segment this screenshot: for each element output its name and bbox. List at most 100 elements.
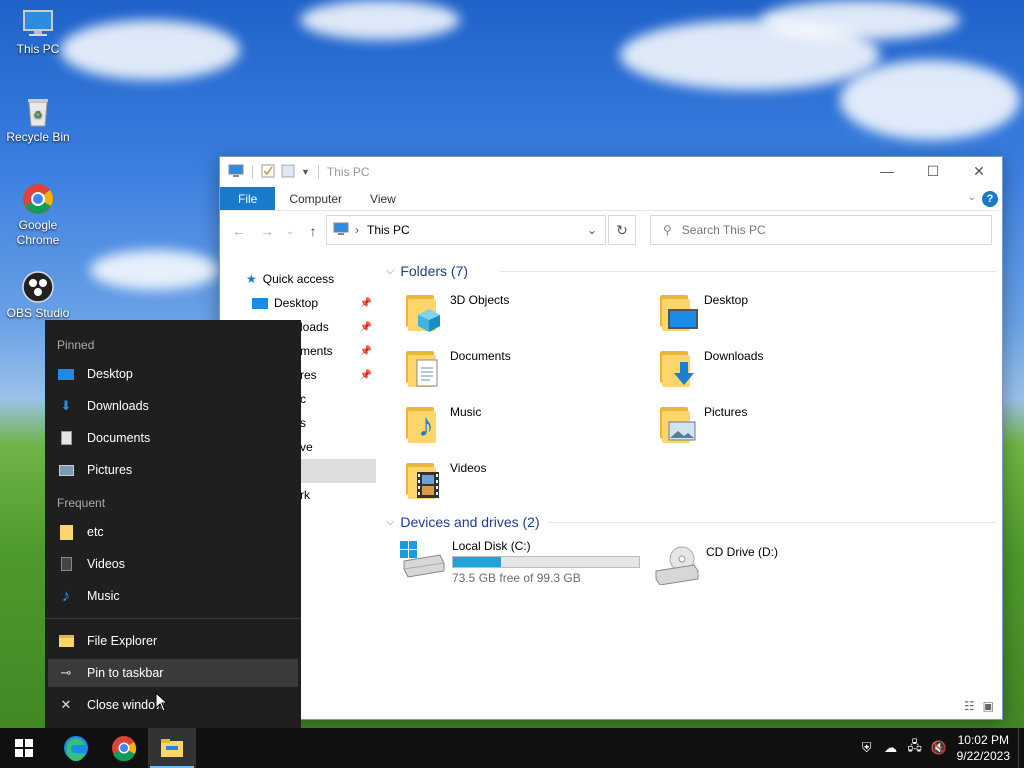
search-icon: ⚲ bbox=[663, 223, 672, 237]
videos-folder-icon bbox=[404, 459, 444, 501]
folder-item-music[interactable]: ♪ Music bbox=[404, 403, 644, 453]
downloads-icon: ⬇ bbox=[60, 398, 72, 413]
start-button[interactable] bbox=[0, 728, 48, 768]
tab-view[interactable]: View bbox=[356, 187, 410, 210]
obs-studio-icon bbox=[21, 270, 55, 304]
this-pc-small-icon bbox=[228, 164, 244, 181]
jump-list-item-label: Pictures bbox=[87, 463, 133, 477]
divider bbox=[548, 522, 996, 523]
breadcrumb-separator-icon[interactable]: › bbox=[355, 223, 359, 237]
taskbar-edge-button[interactable] bbox=[52, 728, 100, 768]
clock-time: 10:02 PM bbox=[957, 733, 1009, 747]
pin-icon: 📌 bbox=[359, 345, 372, 357]
jump-list-item-pictures[interactable]: Pictures bbox=[48, 456, 298, 484]
chrome-icon bbox=[21, 182, 55, 216]
properties-icon[interactable] bbox=[261, 164, 275, 181]
drive-label: Local Disk (C:) bbox=[452, 539, 531, 553]
jump-list-item-music[interactable]: ♪ Music bbox=[48, 582, 298, 610]
drive-item-local-disk-c[interactable]: Local Disk (C:) 73.5 GB free of 99.3 GB bbox=[400, 539, 640, 585]
jump-list-item-videos[interactable]: Videos bbox=[48, 550, 298, 578]
desktop-icon-this-pc[interactable]: This PC bbox=[0, 6, 76, 57]
folder-label: Desktop bbox=[704, 293, 749, 307]
taskbar-chrome-button[interactable] bbox=[100, 728, 148, 768]
jump-list-item-etc[interactable]: etc bbox=[48, 518, 298, 546]
pin-icon: 📌 bbox=[359, 369, 372, 381]
folder-item-documents[interactable]: Documents bbox=[404, 347, 644, 397]
group-header-devices-and-drives[interactable]: ⌵ Devices and drives (2) bbox=[386, 510, 540, 534]
refresh-button[interactable]: ↻ bbox=[608, 215, 636, 245]
videos-icon bbox=[58, 556, 74, 572]
defender-warning-icon[interactable]: ⛨ bbox=[855, 728, 879, 768]
folder-item-desktop[interactable]: Desktop bbox=[658, 291, 898, 341]
taskbar-file-explorer-button[interactable] bbox=[148, 728, 196, 768]
volume-muted-icon[interactable]: 🔇 bbox=[927, 728, 951, 768]
jump-list-close-window[interactable]: ✕ Close window bbox=[48, 691, 298, 719]
folder-label: Documents bbox=[450, 349, 511, 363]
show-desktop-button[interactable] bbox=[1018, 728, 1024, 768]
group-header-label: Devices and drives (2) bbox=[400, 514, 540, 530]
nav-quick-access[interactable]: ★ Quick access bbox=[220, 267, 376, 291]
new-folder-icon[interactable] bbox=[281, 164, 295, 181]
minimize-button[interactable]: — bbox=[864, 157, 910, 185]
address-bar[interactable]: › This PC ⌄ bbox=[326, 215, 606, 245]
documents-icon bbox=[58, 430, 74, 446]
quick-access-toolbar: ▼ This PC bbox=[228, 164, 370, 181]
file-explorer-window: ▼ This PC — ☐ ✕ File Computer View ⌄ ? ←… bbox=[219, 156, 1003, 720]
content-area: ⌵ Folders (7) 3D Objects Desktop Documen… bbox=[380, 257, 1002, 719]
help-icon[interactable]: ? bbox=[982, 191, 998, 207]
folder-item-3d-objects[interactable]: 3D Objects bbox=[404, 291, 644, 341]
details-view-icon[interactable]: ☷ bbox=[964, 699, 975, 713]
desktop-icon-google-chrome[interactable]: Google Chrome bbox=[0, 182, 76, 248]
chevron-down-icon[interactable]: ▼ bbox=[301, 167, 310, 177]
desktop-icon-label: Recycle Bin bbox=[6, 130, 70, 144]
system-tray: ⛨ ☁ 🖧 🔇 10:02 PM 9/22/2023 bbox=[855, 728, 1024, 768]
large-icons-view-icon[interactable]: ▣ bbox=[983, 699, 994, 713]
jump-list-item-desktop[interactable]: Desktop bbox=[48, 360, 298, 388]
jump-list-pin-to-taskbar[interactable]: ⊸ Pin to taskbar bbox=[48, 659, 298, 687]
expand-ribbon-icon[interactable]: ⌄ bbox=[968, 192, 976, 203]
music-icon: ♪ bbox=[61, 586, 71, 605]
nav-item-label: Desktop bbox=[274, 296, 319, 310]
folder-item-downloads[interactable]: Downloads bbox=[658, 347, 898, 397]
title-bar[interactable]: ▼ This PC — ☐ ✕ bbox=[220, 157, 1002, 187]
nav-item-desktop[interactable]: Desktop 📌 bbox=[220, 291, 376, 315]
desktop-icon-label: This PC bbox=[16, 42, 60, 56]
recent-locations-chevron-icon[interactable]: ⌄ bbox=[284, 226, 296, 237]
svg-text:♻: ♻ bbox=[34, 110, 43, 121]
network-icon[interactable]: 🖧 bbox=[903, 728, 927, 768]
back-button[interactable]: ← bbox=[228, 223, 250, 239]
jump-list-item-downloads[interactable]: ⬇ Downloads bbox=[48, 392, 298, 420]
folder-item-videos[interactable]: Videos bbox=[404, 459, 644, 509]
chevron-down-icon[interactable]: ⌵ bbox=[386, 516, 394, 529]
group-header-folders[interactable]: ⌵ Folders (7) bbox=[386, 259, 468, 283]
search-input[interactable]: ⚲ Search This PC bbox=[650, 215, 992, 245]
desktop-icon-recycle-bin[interactable]: ♻ Recycle Bin bbox=[0, 94, 76, 145]
downloads-folder-icon bbox=[658, 347, 698, 389]
group-header-label: Folders (7) bbox=[400, 263, 469, 279]
folder-item-pictures[interactable]: Pictures bbox=[658, 403, 898, 453]
file-explorer-icon bbox=[161, 739, 183, 757]
maximize-button[interactable]: ☐ bbox=[910, 157, 956, 185]
tab-computer[interactable]: Computer bbox=[275, 187, 356, 210]
forward-button[interactable]: → bbox=[256, 223, 278, 239]
clock[interactable]: 10:02 PM 9/22/2023 bbox=[951, 732, 1018, 764]
onedrive-offline-icon[interactable]: ☁ bbox=[879, 728, 903, 768]
chrome-icon bbox=[112, 736, 137, 761]
address-dropdown-icon[interactable]: ⌄ bbox=[587, 223, 597, 237]
clock-date: 9/22/2023 bbox=[956, 749, 1010, 763]
jump-list-item-documents[interactable]: Documents bbox=[48, 424, 298, 452]
jump-list-file-explorer[interactable]: File Explorer bbox=[48, 627, 298, 655]
pictures-icon bbox=[58, 462, 74, 478]
tab-file[interactable]: File bbox=[220, 187, 276, 210]
local-disk-icon bbox=[400, 539, 446, 579]
chevron-down-icon[interactable]: ⌵ bbox=[386, 265, 394, 278]
close-button[interactable]: ✕ bbox=[956, 157, 1002, 185]
jump-list-frequent-header: Frequent bbox=[57, 496, 106, 510]
up-button[interactable]: ↑ bbox=[302, 223, 324, 239]
breadcrumb[interactable]: This PC bbox=[367, 223, 410, 237]
jump-list-item-label: Desktop bbox=[87, 367, 133, 381]
drive-item-cd-drive-d[interactable]: CD Drive (D:) bbox=[654, 545, 778, 586]
folder-label: Pictures bbox=[704, 405, 748, 419]
desktop-icon-obs-studio[interactable]: OBS Studio bbox=[0, 270, 76, 321]
taskbar: ⛨ ☁ 🖧 🔇 10:02 PM 9/22/2023 bbox=[0, 728, 1024, 768]
